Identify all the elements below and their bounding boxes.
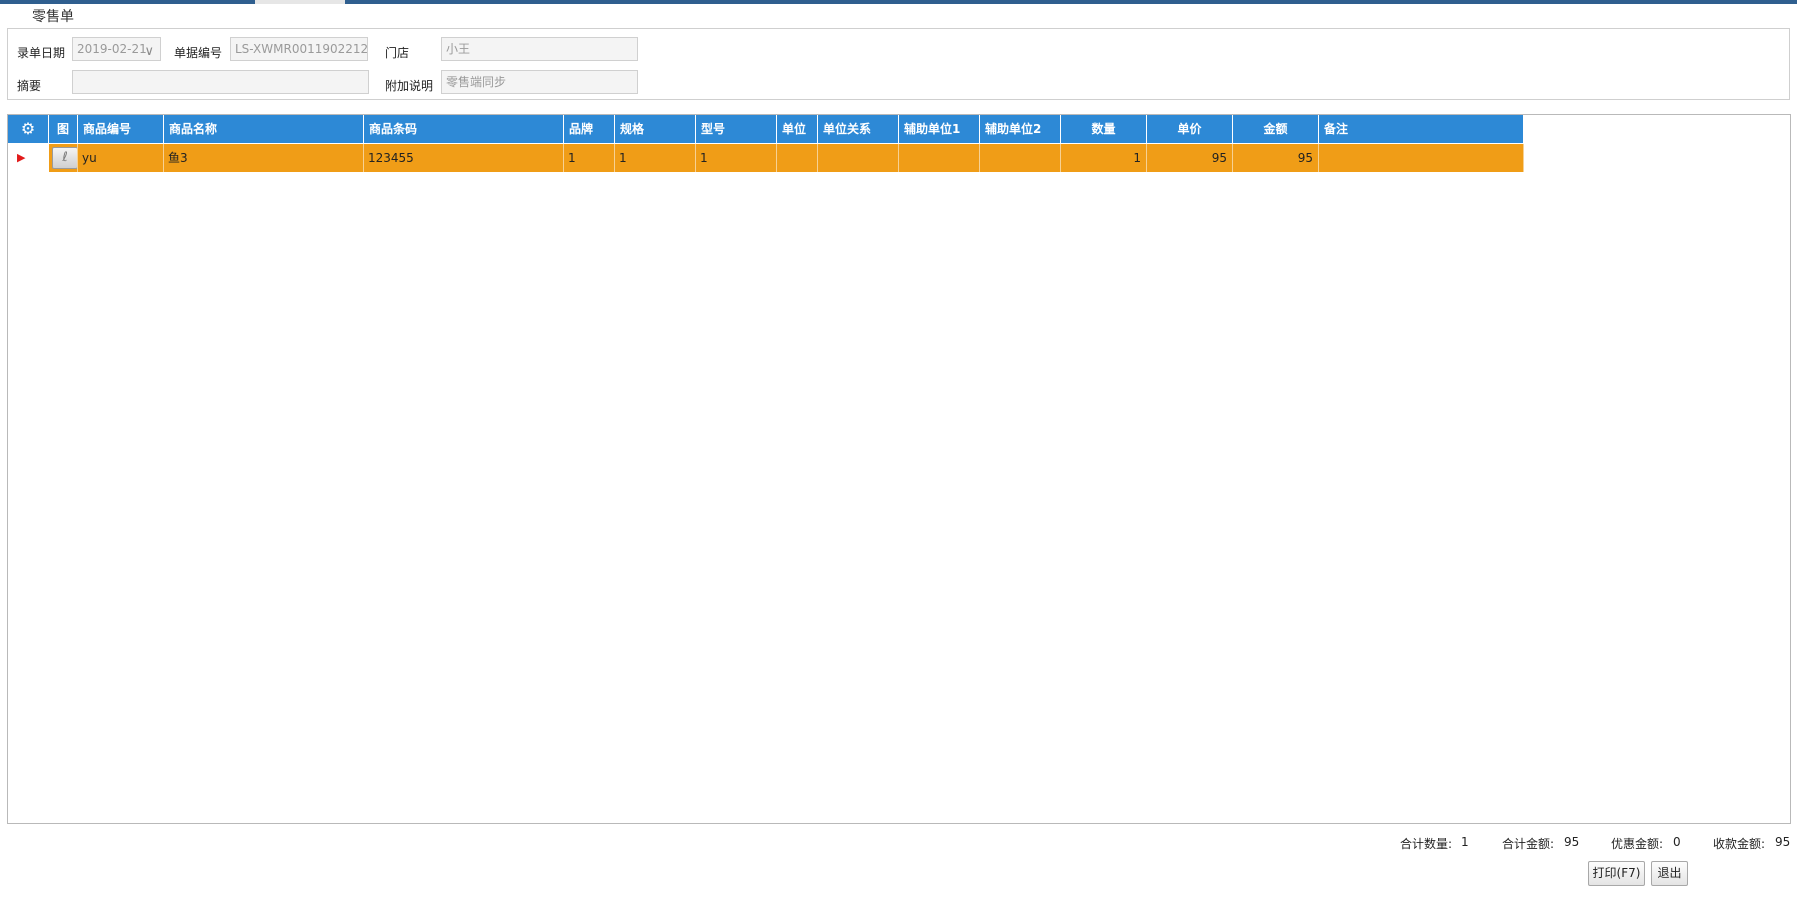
cell-unit[interactable] <box>777 144 818 172</box>
col-header-qty[interactable]: 数量 <box>1061 115 1147 143</box>
col-header-unit[interactable]: 单位 <box>777 115 818 143</box>
cell-aux-unit2[interactable] <box>980 144 1061 172</box>
received-label: 收款金额: <box>1713 837 1766 851</box>
col-header-aux-unit2[interactable]: 辅助单位2 <box>980 115 1061 143</box>
discount-value: 0 <box>1673 835 1681 849</box>
gear-icon[interactable]: ⚙ <box>8 115 49 143</box>
cell-code[interactable]: yu <box>78 144 164 172</box>
col-header-image: 图 <box>49 115 78 143</box>
row-indicator-icon: ▶ <box>8 144 48 172</box>
cell-spec[interactable]: 1 <box>615 144 696 172</box>
total-amount-label: 合计金额: <box>1502 837 1555 851</box>
discount-label: 优惠金额: <box>1611 837 1664 851</box>
col-header-remark[interactable]: 备注 <box>1319 115 1524 143</box>
received-value: 95 <box>1775 835 1791 849</box>
col-header-price[interactable]: 单价 <box>1147 115 1233 143</box>
total-qty-value: 1 <box>1461 835 1469 849</box>
col-header-aux-unit1[interactable]: 辅助单位1 <box>899 115 980 143</box>
total-qty-label: 合计数量: <box>1400 837 1453 851</box>
cell-amount[interactable]: 95 <box>1233 144 1319 172</box>
summary-field[interactable] <box>72 70 369 94</box>
table-row[interactable]: ▶ ℓ yu 鱼3 123455 1 1 1 1 95 95 <box>8 144 1524 172</box>
total-amount-value: 95 <box>1564 835 1580 849</box>
chevron-down-icon[interactable]: ∨ <box>144 41 154 60</box>
active-tab-marker[interactable] <box>255 0 345 4</box>
col-header-brand[interactable]: 品牌 <box>564 115 615 143</box>
grid-header: ⚙ 图 商品编号 商品名称 商品条码 品牌 规格 型号 单位 单位关系 辅助单位… <box>8 115 1524 143</box>
cell-price[interactable]: 95 <box>1147 144 1233 172</box>
note-label: 附加说明 <box>385 79 434 93</box>
summary-label: 摘要 <box>17 79 42 93</box>
cell-remark[interactable] <box>1319 144 1524 172</box>
cell-qty[interactable]: 1 <box>1061 144 1147 172</box>
product-grid: ⚙ 图 商品编号 商品名称 商品条码 品牌 规格 型号 单位 单位关系 辅助单位… <box>7 114 1791 824</box>
cell-brand[interactable]: 1 <box>564 144 615 172</box>
col-header-spec[interactable]: 规格 <box>615 115 696 143</box>
cell-unit-relation[interactable] <box>818 144 899 172</box>
print-button[interactable]: 打印(F7) <box>1588 861 1645 886</box>
date-label: 录单日期 <box>17 46 66 60</box>
date-value: 2019-02-21 <box>77 42 147 56</box>
billno-label: 单据编号 <box>174 46 223 60</box>
col-header-name[interactable]: 商品名称 <box>164 115 364 143</box>
cell-name[interactable]: 鱼3 <box>164 144 364 172</box>
cell-model[interactable]: 1 <box>696 144 777 172</box>
cell-image: ℓ <box>49 144 78 172</box>
date-picker[interactable]: 2019-02-21 ∨ <box>72 37 161 61</box>
paperclip-icon[interactable]: ℓ <box>52 147 77 169</box>
col-header-amount[interactable]: 金额 <box>1233 115 1319 143</box>
store-field[interactable]: 小王 <box>441 37 638 61</box>
note-field[interactable]: 零售端同步 <box>441 70 638 94</box>
store-label: 门店 <box>385 46 410 60</box>
col-header-unit-relation[interactable]: 单位关系 <box>818 115 899 143</box>
cell-aux-unit1[interactable] <box>899 144 980 172</box>
col-header-model[interactable]: 型号 <box>696 115 777 143</box>
col-header-barcode[interactable]: 商品条码 <box>364 115 564 143</box>
col-header-code[interactable]: 商品编号 <box>78 115 164 143</box>
exit-button[interactable]: 退出 <box>1651 861 1688 886</box>
billno-field[interactable]: LS-XWMR00119022125... <box>230 37 368 61</box>
window-title: 零售单 <box>32 9 74 25</box>
cell-barcode[interactable]: 123455 <box>364 144 564 172</box>
bill-header-form: 录单日期 2019-02-21 ∨ 单据编号 LS-XWMR0011902212… <box>7 28 1790 100</box>
